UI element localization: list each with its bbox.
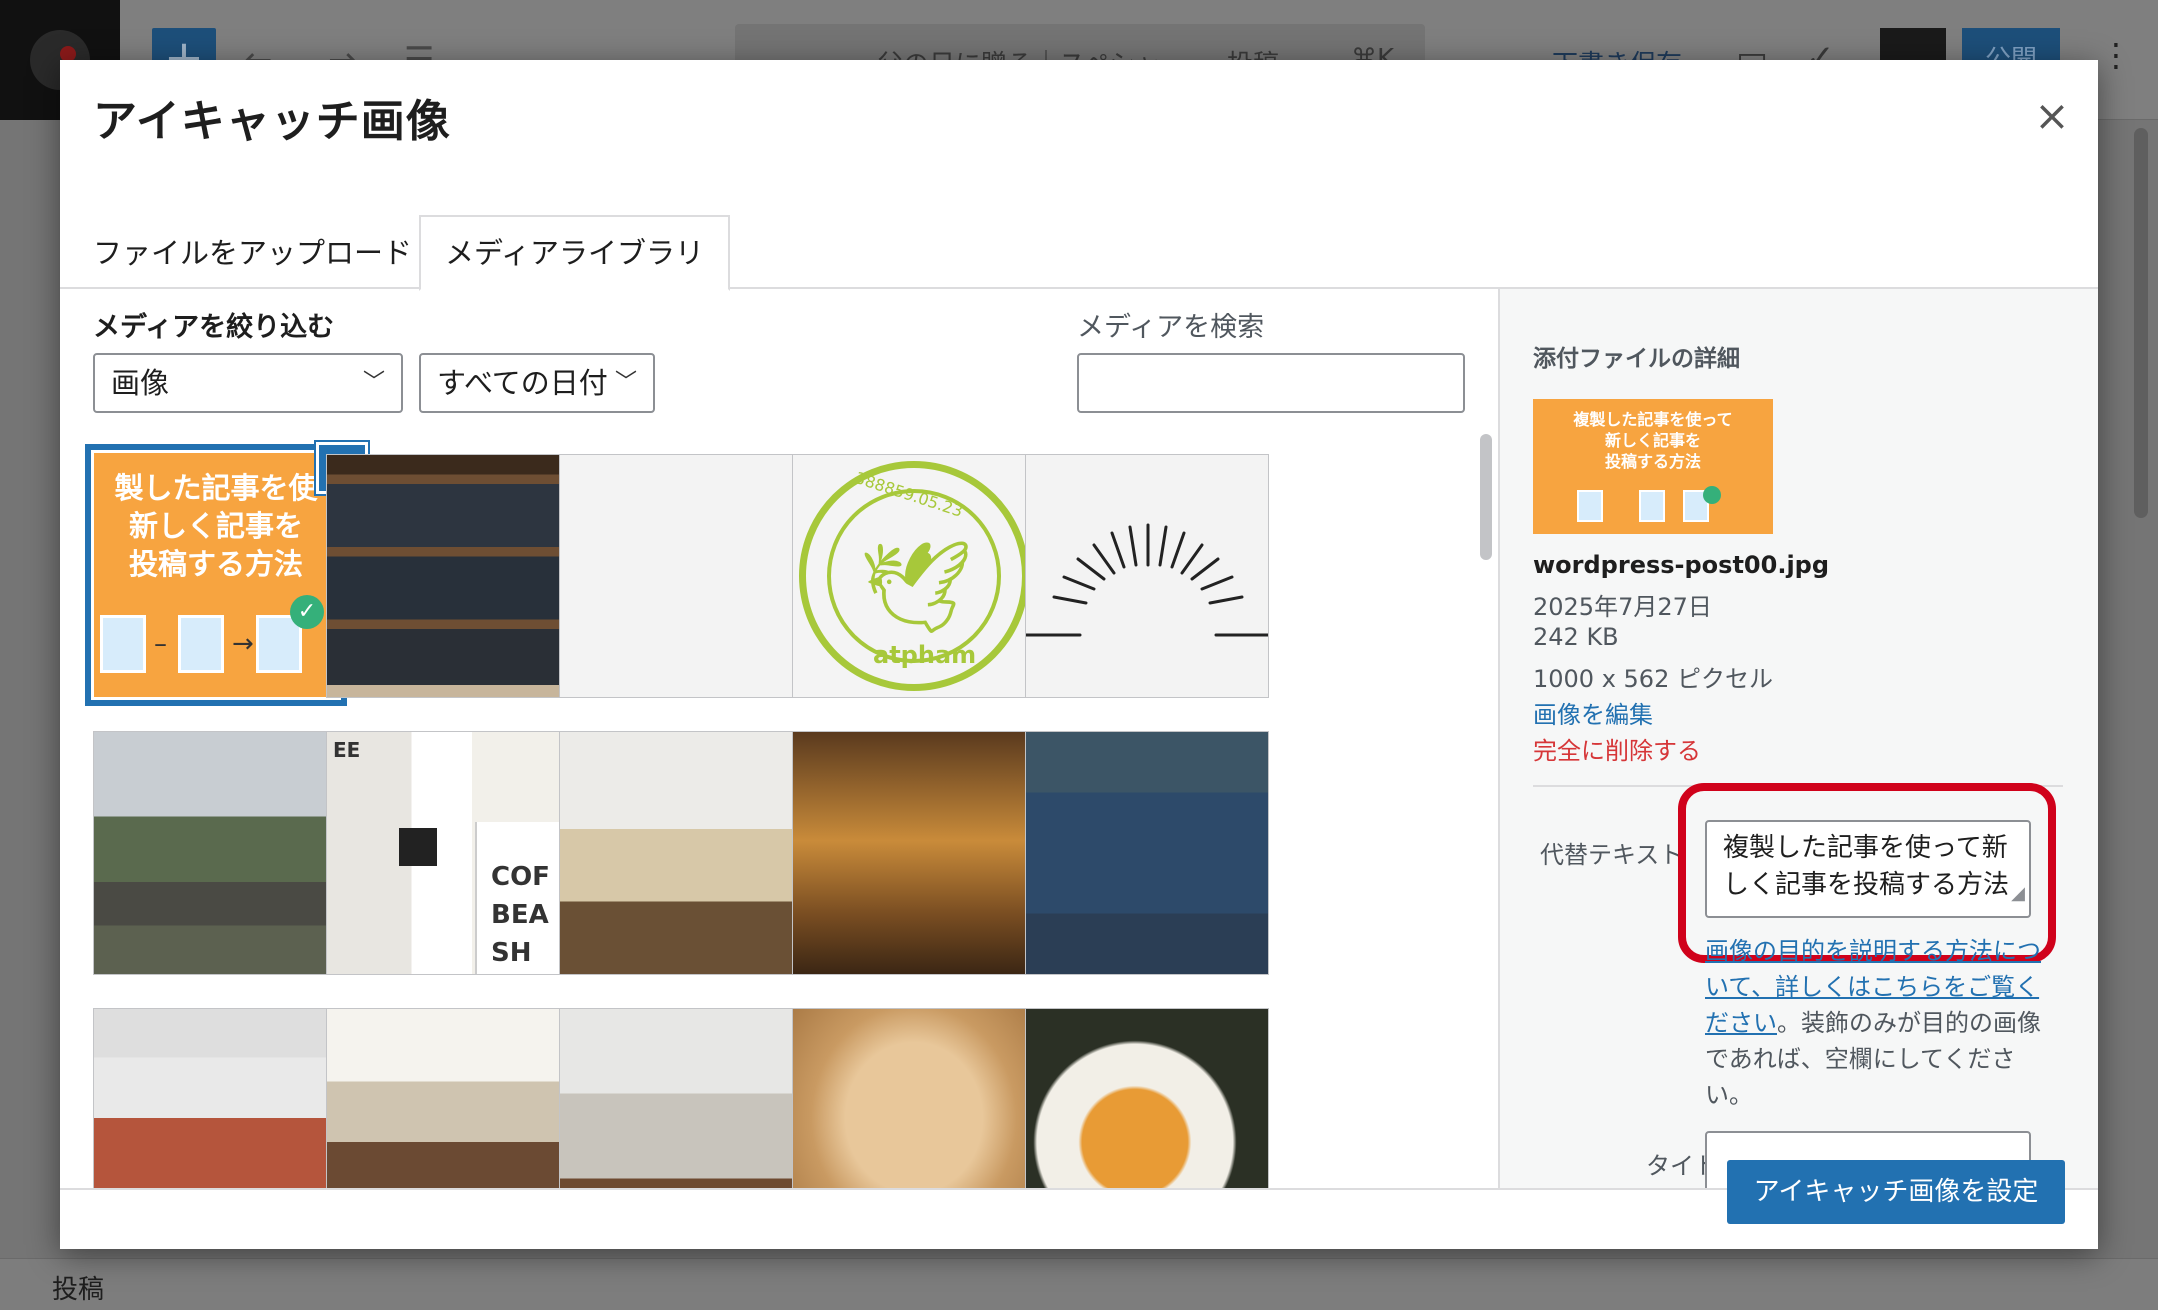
details-thumbnail: 複製した記事を使って 新しく記事を 投稿する方法: [1533, 399, 1773, 534]
media-item[interactable]: [1025, 1008, 1269, 1189]
date-filter-value: すべての日付: [437, 366, 608, 400]
tab-media-library[interactable]: メディアライブラリ: [419, 215, 730, 291]
media-item[interactable]: [792, 731, 1036, 975]
bag-text: SH: [491, 938, 532, 968]
alt-text-help: 画像の目的を説明する方法について、詳しくはこちらをご覧ください。装飾のみが目的の…: [1705, 933, 2045, 1113]
media-item[interactable]: [326, 1008, 570, 1189]
editor-footer: 投稿: [0, 1258, 2158, 1310]
bird-icon: 🕊: [859, 535, 974, 640]
alt-text-label: 代替テキスト: [1540, 841, 1684, 869]
file-size: 242 KB: [1533, 623, 1619, 651]
editor-scrollbar[interactable]: [2132, 120, 2152, 1250]
resize-handle-icon[interactable]: ◢: [2011, 875, 2025, 912]
media-item[interactable]: [559, 731, 803, 975]
media-browser: メディアを絞り込む 画像 ﹀ すべての日付 ﹀ メディアを検索 製した記事を使 …: [60, 289, 1498, 1189]
media-type-value: 画像: [111, 366, 170, 400]
media-search-input[interactable]: [1077, 353, 1465, 413]
check-icon: [1703, 486, 1721, 504]
cafe-logo-icon: [399, 828, 437, 866]
sunburst-icon: [1026, 523, 1268, 637]
upload-date: 2025年7月27日: [1533, 593, 1712, 621]
media-type-select[interactable]: 画像 ﹀: [93, 353, 403, 413]
media-item[interactable]: [559, 1008, 803, 1189]
media-item[interactable]: EE COF BEA SH: [326, 731, 570, 975]
media-item[interactable]: [326, 454, 570, 698]
details-thumb-caption: 複製した記事を使って 新しく記事を 投稿する方法: [1573, 410, 1733, 471]
search-label: メディアを検索: [1077, 312, 1265, 343]
bag-text: COF: [491, 862, 550, 892]
stamp-word: atpham: [873, 641, 977, 669]
chevron-down-icon: ﹀: [362, 370, 385, 395]
cafe-sign-text: EE: [333, 738, 361, 762]
modal-tabs: ファイルをアップロード メディアライブラリ: [60, 157, 2098, 291]
coffee-bag: COF BEA SH: [475, 822, 569, 974]
filter-heading: メディアを絞り込む: [93, 312, 335, 343]
media-grid-scrollbar[interactable]: [1478, 434, 1494, 1184]
featured-image-modal: アイキャッチ画像 × ファイルをアップロード メディアライブラリ メディアを絞り…: [60, 60, 2098, 1249]
date-filter-select[interactable]: すべての日付 ﹀: [419, 353, 655, 413]
delete-permanently-link[interactable]: 完全に削除する: [1533, 731, 1701, 766]
chevron-down-icon: ﹀: [614, 370, 637, 395]
media-item[interactable]: [93, 1008, 337, 1189]
bag-text: BEA: [491, 900, 549, 930]
attachment-details: 添付ファイルの詳細 複製した記事を使って 新しく記事を 投稿する方法 wordp…: [1498, 289, 2098, 1189]
close-icon[interactable]: ×: [2024, 88, 2080, 144]
alt-text-field[interactable]: 複製した記事を使って新しく記事を投稿する方法 ◢: [1705, 820, 2031, 918]
media-item[interactable]: 388859.05.23 🕊 atpham: [792, 454, 1036, 698]
details-heading: 添付ファイルの詳細: [1533, 346, 1740, 372]
image-dimensions: 1000 x 562 ピクセル: [1533, 665, 1773, 693]
options-menu-icon[interactable]: ⋮: [2100, 36, 2132, 74]
media-item[interactable]: [1025, 731, 1269, 975]
tab-upload-files[interactable]: ファイルをアップロード: [69, 217, 436, 289]
media-item[interactable]: [792, 1008, 1036, 1189]
media-item[interactable]: [559, 454, 803, 698]
media-item[interactable]: [1025, 454, 1269, 698]
edit-image-link[interactable]: 画像を編集: [1533, 695, 1653, 730]
footer-breadcrumb[interactable]: 投稿: [52, 1269, 104, 1306]
modal-title: アイキャッチ画像: [93, 96, 451, 147]
divider: [1533, 785, 2063, 787]
media-item[interactable]: [93, 731, 337, 975]
thumb-illustration: – → ✓: [100, 595, 330, 673]
thumb-caption: 製した記事を使 新しく記事を 投稿する方法: [114, 471, 318, 581]
set-featured-image-button[interactable]: アイキャッチ画像を設定: [1727, 1160, 2065, 1224]
file-name: wordpress-post00.jpg: [1533, 551, 1830, 579]
media-item-wordpress-post00[interactable]: 製した記事を使 新しく記事を 投稿する方法 – → ✓: [85, 444, 347, 706]
alt-text-value: 複製した記事を使って新しく記事を投稿する方法: [1723, 833, 2010, 900]
